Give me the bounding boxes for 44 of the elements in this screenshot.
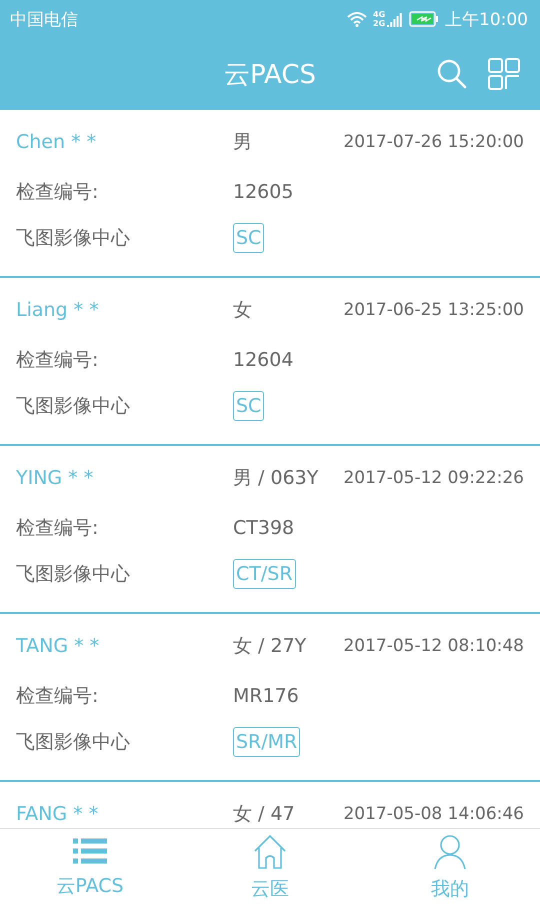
- exam-id: CT398: [233, 517, 296, 539]
- patient-name: TANG * *: [16, 635, 100, 657]
- exam-datetime: 2017-05-12 08:10:48: [343, 636, 524, 656]
- modality-tag: CT/SR: [233, 559, 296, 589]
- grid-button[interactable]: [488, 58, 520, 90]
- patient-name: Liang * *: [16, 299, 100, 321]
- center-name: 飞图影像中心: [16, 394, 131, 419]
- wifi-icon: [347, 11, 367, 27]
- patient-info: 女: [233, 298, 253, 323]
- record-card[interactable]: YING * * 男 / 063Y 2017-05-12 09:22:26 检查编号: CT398 飞图影像中心 CT/SR: [0, 446, 540, 614]
- record-card[interactable]: TANG * * 女 / 27Y 2017-05-12 08:10:48 检查编号: MR176 飞图影像中心 SR/MR: [0, 614, 540, 782]
- record-card[interactable]: Chen * * 男 2017-07-26 15:20:00 检查编号: 12605 飞图影像中心 SC: [0, 110, 540, 278]
- exam-id-label: 检查编号:: [16, 348, 100, 373]
- battery-icon: [409, 11, 439, 27]
- exam-id: 12605: [233, 181, 294, 203]
- exam-datetime: 2017-05-12 09:22:26: [343, 468, 524, 488]
- modality-tag: SC: [233, 223, 264, 253]
- clock-time: 上午10:00: [445, 8, 528, 30]
- center-name: 飞图影像中心: [16, 226, 131, 251]
- exam-id-label: 检查编号:: [16, 516, 100, 541]
- center-name: 飞图影像中心: [16, 730, 131, 755]
- exam-id-label: 检查编号:: [16, 684, 100, 709]
- network-type: 4G 2G: [373, 10, 385, 28]
- search-button[interactable]: [436, 58, 468, 90]
- patient-info: 男 / 063Y: [233, 466, 320, 491]
- carrier-name: 中国电信: [10, 8, 78, 30]
- modality-tag: SR/MR: [233, 727, 300, 757]
- patient-name: FANG * *: [16, 803, 100, 825]
- exam-datetime: 2017-06-25 13:25:00: [343, 300, 524, 320]
- modality-tag: SC: [233, 391, 264, 421]
- screen-title: 云PACS: [224, 58, 316, 92]
- exam-datetime: 2017-07-26 15:20:00: [343, 132, 524, 152]
- record-card[interactable]: Liang * * 女 2017-06-25 13:25:00 检查编号: 12604 飞图影像中心 SC: [0, 278, 540, 446]
- exam-datetime: 2017-05-08 14:06:46: [343, 804, 524, 824]
- signal-icon: [387, 11, 403, 27]
- patient-name: YING * *: [16, 467, 94, 489]
- patient-info: 男: [233, 130, 253, 155]
- exam-id: MR176: [233, 685, 300, 707]
- center-name: 飞图影像中心: [16, 562, 131, 587]
- patient-info: 女 / 47: [233, 802, 296, 827]
- exam-id-label: 检查编号:: [16, 180, 100, 205]
- patient-name: Chen * *: [16, 131, 98, 153]
- patient-info: 女 / 27Y: [233, 634, 308, 659]
- exam-id: 12604: [233, 349, 294, 371]
